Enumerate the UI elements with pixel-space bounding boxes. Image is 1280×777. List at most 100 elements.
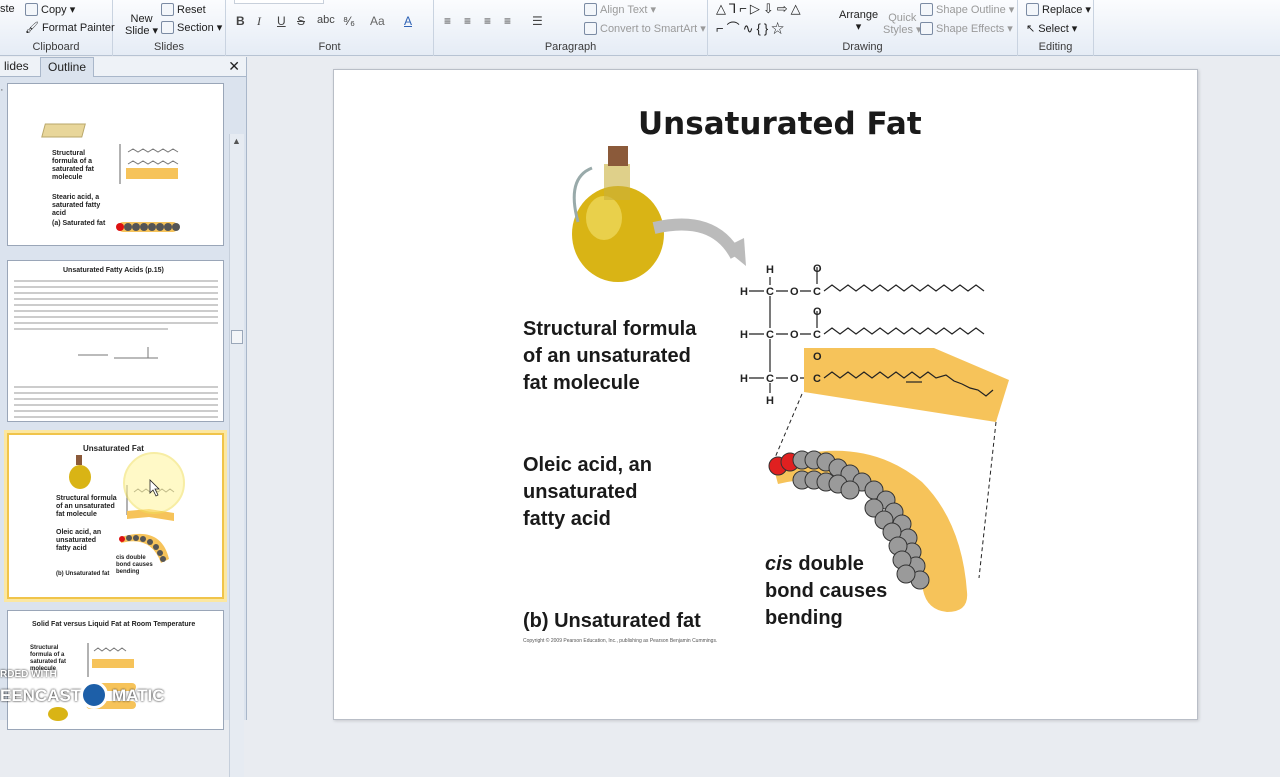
thumb1-structural-1: Structural xyxy=(52,150,86,157)
format-painter-button[interactable]: 🖌 Format Painter xyxy=(25,21,115,35)
oleic-line-1: Oleic acid, an xyxy=(523,454,652,476)
paste-label: ste xyxy=(0,3,15,15)
cis-line-2: bond causes xyxy=(765,580,888,602)
thumb2-title: Unsaturated Fatty Acids (p.15) xyxy=(63,267,164,274)
reset-label: Reset xyxy=(177,3,206,16)
drawing-label: Drawing xyxy=(842,41,883,53)
copy-icon xyxy=(25,3,38,16)
select-label: Select xyxy=(1038,22,1069,35)
strikethrough-button[interactable]: S xyxy=(297,14,305,28)
char-spacing-button[interactable]: ⁸⁄₆ xyxy=(343,14,355,28)
columns-button[interactable]: ☰ xyxy=(532,14,543,28)
align-right-button[interactable]: ≡ xyxy=(484,14,491,28)
scrollbar-thumb[interactable] xyxy=(231,330,243,344)
svg-text:H: H xyxy=(766,395,774,407)
slide-thumbnail-1[interactable]: Structural formula of a saturated fat mo… xyxy=(7,83,224,246)
thumb4-title: Solid Fat versus Liquid Fat at Room Temp… xyxy=(32,621,196,628)
copyright-text: Copyright © 2009 Pearson Education, Inc.… xyxy=(523,638,718,644)
slide-thumbnail-2[interactable]: Unsaturated Fatty Acids (p.15) xyxy=(7,260,224,422)
screencast-watermark: RDED WITH EENCAST MATIC xyxy=(0,664,180,720)
thumb3-structural-2: of an unsaturated xyxy=(56,503,115,510)
tab-slides[interactable]: lides xyxy=(0,59,33,73)
new-slide-label-2: Slide ▾ xyxy=(125,25,159,37)
cis-bond-label[interactable]: cis double bond causes bending xyxy=(765,551,887,632)
arrange-button[interactable]: Arrange ▾ xyxy=(839,9,878,33)
atom-c-1: C xyxy=(766,286,774,298)
quick-styles-button[interactable]: Quick Styles ▾ xyxy=(883,12,922,36)
clipboard-label: Clipboard xyxy=(32,41,80,53)
replace-label: Replace xyxy=(1042,3,1083,16)
slides-group: New Slide ▾ Reset Section ▾ Slides xyxy=(113,0,226,56)
clipboard-group: ste Copy ▾ 🖌 Format Painter Clipboard xyxy=(0,0,115,56)
thumb1-structural-2: formula of a xyxy=(52,158,93,165)
close-icon[interactable]: ✕ xyxy=(228,58,240,75)
svg-text:O: O xyxy=(813,351,822,363)
align-text-button[interactable]: Align Text ▾ xyxy=(584,3,656,16)
paragraph-group: ≡ ≡ ≡ ≡ ☰ Align Text ▾ Convert to SmartA… xyxy=(434,0,708,56)
shape-outline-label: Shape Outline xyxy=(936,3,1006,16)
change-case-button[interactable]: Aa xyxy=(370,14,385,28)
section-icon xyxy=(161,21,174,34)
scroll-up-icon[interactable]: ▲ xyxy=(232,136,241,146)
new-slide-button[interactable]: New Slide ▾ xyxy=(125,13,158,37)
bold-button[interactable]: B xyxy=(236,14,245,28)
svg-text:C: C xyxy=(813,373,821,385)
cursor-icon: ↖ xyxy=(1026,23,1036,35)
shapes-gallery[interactable]: △⅂⌐▷⇩⇨△ xyxy=(716,1,804,17)
structural-formula-label[interactable]: Structural formula of an unsaturated fat… xyxy=(523,316,696,397)
figure-caption[interactable]: (b) Unsaturated fat xyxy=(523,610,701,633)
strike-abc-button[interactable]: abc xyxy=(317,14,335,26)
align-center-button[interactable]: ≡ xyxy=(464,14,471,28)
align-text-label: Align Text xyxy=(600,3,648,16)
align-left-button[interactable]: ≡ xyxy=(444,14,451,28)
structural-line-2: of an unsaturated xyxy=(523,345,691,367)
shape-effects-button[interactable]: Shape Effects ▾ xyxy=(920,22,1013,35)
justify-button[interactable]: ≡ xyxy=(504,14,511,28)
thumb1-structural-4: molecule xyxy=(52,174,83,181)
reset-button[interactable]: Reset xyxy=(161,3,206,16)
slides-panel: lides Outline ✕ Structural formula of a … xyxy=(0,57,247,777)
structural-line-1: Structural formula xyxy=(523,318,697,340)
editing-group: Replace ▾ ↖ Select ▾ Editing xyxy=(1018,0,1094,56)
cis-rest: double xyxy=(792,553,864,575)
font-name-box[interactable] xyxy=(234,0,324,4)
section-button[interactable]: Section ▾ xyxy=(161,21,222,34)
thumbnail-text-lines xyxy=(14,280,218,418)
thumb3-structural-3: fat molecule xyxy=(56,511,97,518)
thumb3-oleic-1: Oleic acid, an xyxy=(56,529,102,536)
cis-line-3: bending xyxy=(765,607,843,629)
slide-canvas[interactable]: Unsaturated Fat H H C O C O H C O C O O … xyxy=(333,69,1198,720)
ribbon: ste Copy ▾ 🖌 Format Painter Clipboard New… xyxy=(0,0,1280,56)
svg-text:C: C xyxy=(766,373,774,385)
select-button[interactable]: ↖ Select ▾ xyxy=(1026,22,1077,36)
thumb3-cis-3: bending xyxy=(116,569,140,575)
paste-button[interactable]: ste xyxy=(0,3,15,15)
thumb1-caption-1: Stearic acid, a xyxy=(52,194,100,201)
quick-styles-label: Quick xyxy=(888,12,917,24)
cis-line-1: cis double xyxy=(765,551,887,578)
underline-button[interactable]: U xyxy=(277,14,286,28)
thumbnail-graphic xyxy=(41,123,180,232)
shape-outline-button[interactable]: Shape Outline ▾ xyxy=(920,3,1014,16)
thumb4-structural-1: Structural xyxy=(30,645,59,651)
tab-outline[interactable]: Outline xyxy=(40,57,95,77)
watermark-logo-icon xyxy=(80,681,108,709)
convert-smartart-button[interactable]: Convert to SmartArt ▾ xyxy=(584,22,706,35)
shapes-gallery-row2[interactable]: ⌐⌒∿{}☆ xyxy=(716,18,787,37)
thumb1-caption-2: saturated fatty xyxy=(52,202,101,209)
font-color-button[interactable]: A xyxy=(404,14,412,28)
watermark-line-3: MATIC xyxy=(112,686,165,705)
oleic-line-2: unsaturated xyxy=(523,481,638,503)
slide-thumbnail-3[interactable]: Unsaturated Fat Structural formula of an… xyxy=(7,433,224,599)
oleic-acid-label[interactable]: Oleic acid, an unsaturated fatty acid xyxy=(523,452,652,533)
thumb3-title: Unsaturated Fat xyxy=(83,444,144,453)
convert-smartart-label: Convert to SmartArt xyxy=(600,22,698,35)
italic-button[interactable]: I xyxy=(257,14,261,29)
section-label: Section xyxy=(177,21,214,34)
replace-icon xyxy=(1026,3,1039,16)
panel-scrollbar[interactable]: ▲ xyxy=(229,134,244,777)
replace-button[interactable]: Replace ▾ xyxy=(1026,3,1091,16)
atom-c-2: C xyxy=(813,286,821,298)
copy-button[interactable]: Copy ▾ xyxy=(25,3,75,16)
shape-outline-icon xyxy=(920,3,933,16)
